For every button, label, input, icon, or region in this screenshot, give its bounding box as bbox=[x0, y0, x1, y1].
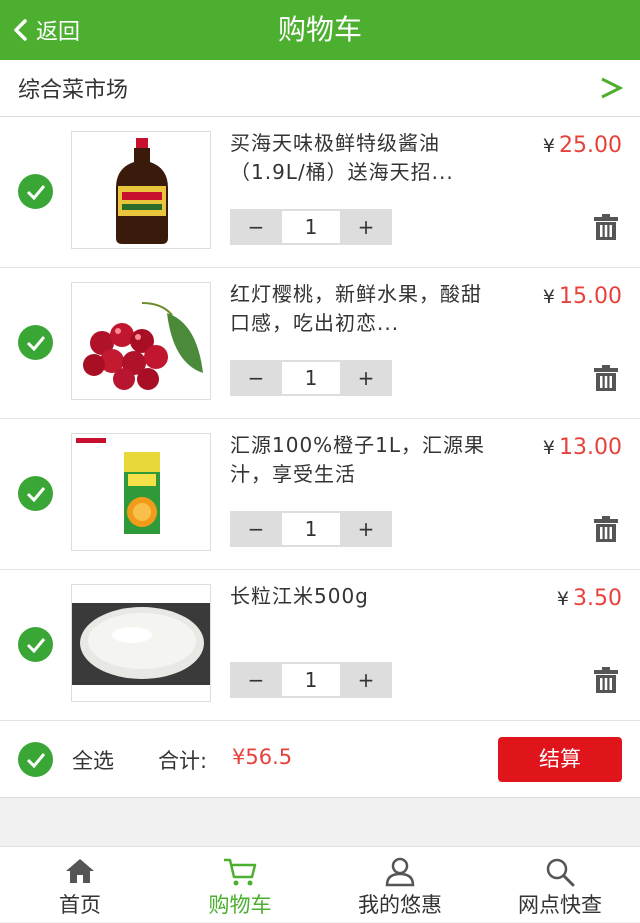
product-name[interactable]: 汇源100%橙子1L，汇源果汁，享受生活 bbox=[230, 431, 490, 489]
trash-icon[interactable] bbox=[592, 515, 620, 543]
currency-symbol: ¥ bbox=[556, 588, 570, 610]
user-icon bbox=[385, 857, 415, 887]
quantity-field[interactable]: 1 bbox=[282, 513, 340, 545]
price-value: 25.00 bbox=[559, 133, 622, 158]
trash-icon[interactable] bbox=[592, 364, 620, 392]
back-button[interactable]: 返回 bbox=[12, 0, 80, 60]
quantity-field[interactable]: 1 bbox=[282, 362, 340, 394]
checkmark-icon bbox=[26, 184, 45, 200]
trash-icon[interactable] bbox=[592, 213, 620, 241]
tab-outlet-search[interactable]: 网点快查 bbox=[480, 847, 640, 923]
trash-icon[interactable] bbox=[592, 666, 620, 694]
item-checkbox[interactable] bbox=[18, 627, 53, 662]
price-value: 15.00 bbox=[559, 284, 622, 309]
decrease-button[interactable]: − bbox=[230, 209, 282, 245]
quantity-stepper: − 1 + bbox=[230, 360, 392, 396]
item-checkbox[interactable] bbox=[18, 325, 53, 360]
product-name[interactable]: 买海天味极鲜特级酱油（1.9L/桶）送海天招... bbox=[230, 129, 490, 187]
cart-item: 汇源100%橙子1L，汇源果汁，享受生活 ¥13.00 − 1 + bbox=[0, 419, 640, 570]
checkmark-icon bbox=[26, 752, 45, 768]
app-header: 返回 购物车 bbox=[0, 0, 640, 60]
product-image-soy-sauce[interactable] bbox=[71, 131, 211, 249]
decrease-button[interactable]: − bbox=[230, 662, 282, 698]
cart-icon bbox=[224, 858, 257, 886]
store-row[interactable]: 综合菜市场 bbox=[0, 60, 640, 117]
product-image-rice[interactable] bbox=[71, 584, 211, 702]
increase-button[interactable]: + bbox=[340, 662, 392, 698]
select-all-checkbox[interactable] bbox=[18, 742, 53, 777]
tab-label: 网点快查 bbox=[518, 893, 602, 917]
select-all-label[interactable]: 全选 bbox=[72, 745, 114, 775]
total-label: 合计: bbox=[158, 749, 208, 773]
quantity-stepper: − 1 + bbox=[230, 662, 392, 698]
checkmark-icon bbox=[26, 637, 45, 653]
price-value: 13.00 bbox=[559, 435, 622, 460]
checkmark-icon bbox=[26, 486, 45, 502]
bottom-tab-bar: 首页 购物车 我的悠惠 网点快查 bbox=[0, 846, 640, 922]
tab-label: 我的悠惠 bbox=[358, 893, 442, 917]
quantity-field[interactable]: 1 bbox=[282, 664, 340, 696]
store-name: 综合菜市场 bbox=[18, 78, 129, 103]
back-label: 返回 bbox=[36, 20, 81, 45]
product-price: ¥13.00 bbox=[543, 435, 622, 460]
page-title: 购物车 bbox=[277, 13, 362, 46]
increase-button[interactable]: + bbox=[340, 209, 392, 245]
checkmark-icon bbox=[26, 335, 45, 351]
tab-my-youhui[interactable]: 我的悠惠 bbox=[320, 847, 480, 923]
tab-label: 首页 bbox=[59, 893, 101, 917]
product-name[interactable]: 长粒江米500g bbox=[230, 582, 490, 611]
product-price: ¥15.00 bbox=[543, 284, 622, 309]
quantity-stepper: − 1 + bbox=[230, 511, 392, 547]
search-icon bbox=[546, 858, 575, 887]
product-price: ¥3.50 bbox=[557, 586, 622, 611]
quantity-field[interactable]: 1 bbox=[282, 211, 340, 243]
total-value: ¥56.5 bbox=[232, 745, 293, 769]
decrease-button[interactable]: − bbox=[230, 360, 282, 396]
currency-symbol: ¥ bbox=[542, 135, 556, 157]
cart-item: 红灯樱桃，新鲜水果，酸甜口感，吃出初恋... ¥15.00 − 1 + bbox=[0, 268, 640, 419]
tab-home[interactable]: 首页 bbox=[0, 847, 160, 923]
cart-item-list: 买海天味极鲜特级酱油（1.9L/桶）送海天招... ¥25.00 − 1 + 红… bbox=[0, 117, 640, 721]
product-image-cherries[interactable] bbox=[71, 282, 211, 400]
chevron-right-icon[interactable] bbox=[598, 73, 624, 103]
currency-symbol: ¥ bbox=[542, 437, 556, 459]
tab-cart[interactable]: 购物车 bbox=[160, 847, 320, 923]
item-checkbox[interactable] bbox=[18, 476, 53, 511]
price-value: 3.50 bbox=[573, 586, 622, 611]
tab-label: 购物车 bbox=[208, 893, 272, 917]
increase-button[interactable]: + bbox=[340, 511, 392, 547]
cart-item: 长粒江米500g ¥3.50 − 1 + bbox=[0, 570, 640, 721]
home-icon bbox=[66, 859, 94, 883]
product-image-orange-juice[interactable] bbox=[71, 433, 211, 551]
currency-symbol: ¥ bbox=[542, 286, 556, 308]
product-price: ¥25.00 bbox=[543, 133, 622, 158]
decrease-button[interactable]: − bbox=[230, 511, 282, 547]
product-name[interactable]: 红灯樱桃，新鲜水果，酸甜口感，吃出初恋... bbox=[230, 280, 490, 338]
chevron-left-icon bbox=[14, 19, 27, 41]
checkout-bar: 全选 合计: ¥56.5 结算 bbox=[0, 721, 640, 798]
quantity-stepper: − 1 + bbox=[230, 209, 392, 245]
cart-item: 买海天味极鲜特级酱油（1.9L/桶）送海天招... ¥25.00 − 1 + bbox=[0, 117, 640, 268]
increase-button[interactable]: + bbox=[340, 360, 392, 396]
item-checkbox[interactable] bbox=[18, 174, 53, 209]
checkout-button[interactable]: 结算 bbox=[498, 737, 622, 782]
